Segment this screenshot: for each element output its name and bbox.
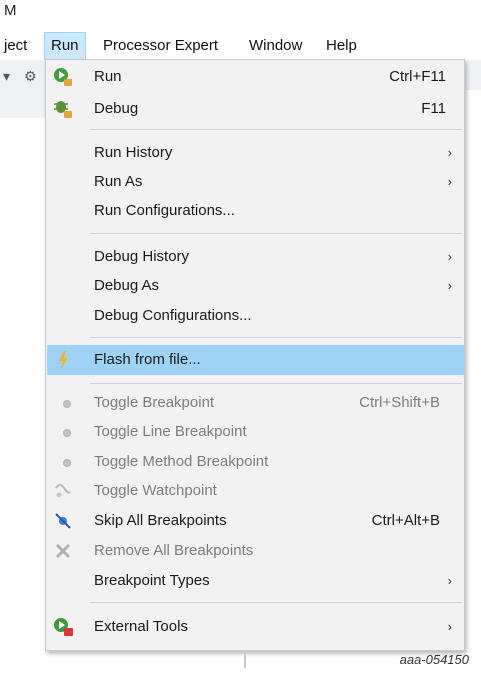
submenu-arrow-icon: › bbox=[447, 278, 452, 293]
line-breakpoint-dot-icon bbox=[52, 421, 74, 443]
external-tools-icon bbox=[52, 616, 74, 638]
menu-item-debug[interactable]: Debug F11 bbox=[46, 94, 464, 124]
menu-item-breakpoint-types[interactable]: Breakpoint Types › bbox=[46, 566, 464, 596]
divider bbox=[244, 652, 246, 668]
submenu-arrow-icon: › bbox=[447, 174, 452, 189]
menu-item-toggle-line-breakpoint[interactable]: Toggle Line Breakpoint bbox=[46, 417, 464, 447]
menu-separator bbox=[90, 233, 462, 234]
menu-item-debug-as[interactable]: Debug As › bbox=[46, 271, 464, 301]
menu-item-toggle-watchpoint[interactable]: Toggle Watchpoint bbox=[46, 476, 464, 506]
menubar-run[interactable]: Run bbox=[44, 32, 86, 60]
menu-item-toggle-breakpoint[interactable]: Toggle Breakpoint Ctrl+Shift+B bbox=[46, 388, 464, 418]
watchpoint-icon bbox=[52, 480, 74, 502]
menu-separator bbox=[90, 129, 462, 130]
menu-item-toggle-method-breakpoint[interactable]: Toggle Method Breakpoint bbox=[46, 447, 464, 477]
menu-item-skip-all-breakpoints[interactable]: Skip All Breakpoints Ctrl+Alt+B bbox=[46, 506, 464, 536]
menu-item-external-tools[interactable]: External Tools › bbox=[46, 612, 464, 642]
menu-separator bbox=[90, 337, 462, 338]
run-menu-dropdown: Run Ctrl+F11 Debug F11 Run History › Run… bbox=[45, 59, 465, 651]
menu-item-debug-configurations[interactable]: Debug Configurations... bbox=[46, 301, 464, 331]
menu-item-remove-all-breakpoints[interactable]: Remove All Breakpoints bbox=[46, 536, 464, 566]
skip-breakpoints-icon bbox=[52, 510, 74, 532]
submenu-arrow-icon: › bbox=[447, 619, 452, 634]
window-title-fragment: M bbox=[4, 2, 17, 19]
menu-bar: ject Run Processor Expert Window Help bbox=[0, 32, 481, 60]
method-breakpoint-dot-icon bbox=[52, 451, 74, 473]
figure-caption: aaa-054150 bbox=[399, 652, 469, 667]
menubar-project[interactable]: ject bbox=[0, 32, 33, 60]
menu-item-run-history[interactable]: Run History › bbox=[46, 138, 464, 168]
menu-item-debug-history[interactable]: Debug History › bbox=[46, 242, 464, 272]
submenu-arrow-icon: › bbox=[447, 145, 452, 160]
menubar-help[interactable]: Help bbox=[320, 32, 363, 60]
run-icon bbox=[52, 66, 74, 88]
menu-item-flash-from-file[interactable]: Flash from file... bbox=[47, 345, 464, 375]
remove-breakpoints-icon bbox=[52, 540, 74, 562]
submenu-arrow-icon: › bbox=[447, 249, 452, 264]
toolbar-strip: ▾ ⚙ bbox=[0, 60, 46, 118]
menubar-processor-expert[interactable]: Processor Expert bbox=[97, 32, 224, 60]
menu-item-run-as[interactable]: Run As › bbox=[46, 167, 464, 197]
breakpoint-dot-icon bbox=[52, 392, 74, 414]
menu-separator bbox=[90, 602, 462, 603]
menu-separator bbox=[90, 383, 462, 384]
lightning-bolt-icon bbox=[53, 349, 75, 371]
toolbar-tool-icon[interactable]: ⚙ bbox=[24, 68, 37, 85]
menubar-window[interactable]: Window bbox=[243, 32, 308, 60]
debug-icon bbox=[52, 98, 74, 120]
submenu-arrow-icon: › bbox=[447, 573, 452, 588]
menu-item-run-configurations[interactable]: Run Configurations... bbox=[46, 196, 464, 226]
dropdown-arrow-icon[interactable]: ▾ bbox=[3, 68, 10, 85]
menu-item-run[interactable]: Run Ctrl+F11 bbox=[46, 62, 464, 92]
